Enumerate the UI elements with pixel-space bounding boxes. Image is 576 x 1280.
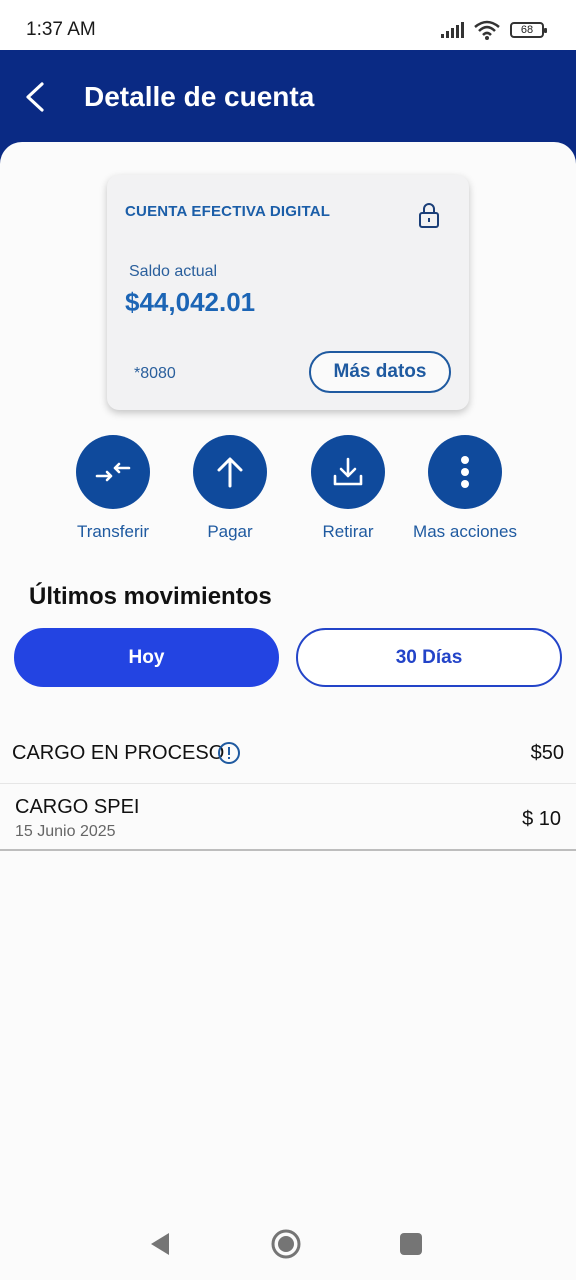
withdraw-action[interactable]: Retirar xyxy=(293,435,403,542)
pay-action[interactable]: Pagar xyxy=(175,435,285,542)
movement-title: CARGO EN PROCESO xyxy=(12,742,225,764)
tab-today[interactable]: Hoy xyxy=(14,628,279,687)
more-actions-label: Mas acciones xyxy=(413,522,517,541)
arrow-up-icon xyxy=(217,457,243,488)
withdraw-button[interactable] xyxy=(311,435,385,509)
signal-icon xyxy=(441,22,464,38)
page-title: Detalle de cuenta xyxy=(84,81,315,112)
account-number: *8080 xyxy=(134,365,176,382)
movement-date: 15 Junio 2025 xyxy=(15,823,116,840)
more-vertical-icon xyxy=(461,456,469,488)
tab-30-days[interactable]: 30 Días xyxy=(296,628,562,687)
back-arrow-icon[interactable] xyxy=(20,78,52,116)
nav-back-icon[interactable] xyxy=(150,1232,170,1256)
movement-title: CARGO SPEI xyxy=(15,796,140,818)
balance-label: Saldo actual xyxy=(129,263,218,280)
status-icons: 68 xyxy=(441,20,547,40)
transfer-label: Transferir xyxy=(76,522,150,541)
withdraw-label: Retirar xyxy=(322,522,374,541)
nav-home-icon[interactable] xyxy=(271,1229,301,1259)
wifi-icon xyxy=(474,20,500,40)
download-icon xyxy=(333,457,363,486)
transfer-action[interactable]: Transferir xyxy=(58,435,168,542)
transfer-icon xyxy=(95,462,131,482)
movement-amount: $ 10 xyxy=(522,808,561,830)
transfer-button[interactable] xyxy=(76,435,150,509)
account-name: CUENTA EFECTIVA DIGITAL xyxy=(125,203,331,220)
list-item[interactable]: CARGO EN PROCESO $50 xyxy=(0,722,576,784)
pay-button[interactable] xyxy=(193,435,267,509)
movements-title: Últimos movimientos xyxy=(29,583,272,610)
lock-icon[interactable] xyxy=(417,201,441,229)
info-icon[interactable] xyxy=(217,741,241,765)
more-data-button[interactable]: Más datos xyxy=(309,351,451,393)
balance-value: $44,042.01 xyxy=(125,287,256,317)
pay-label: Pagar xyxy=(207,522,253,541)
status-bar: 1:37 AM 68 xyxy=(0,0,576,50)
movement-amount: $50 xyxy=(530,742,564,764)
system-nav-bar xyxy=(0,1200,576,1280)
status-time: 1:37 AM xyxy=(26,19,96,40)
battery-icon: 68 xyxy=(510,22,547,38)
list-item[interactable]: CARGO SPEI 15 Junio 2025 $ 10 xyxy=(0,785,576,851)
nav-recents-icon[interactable] xyxy=(400,1233,422,1255)
more-actions-button[interactable] xyxy=(428,435,502,509)
account-card: CUENTA EFECTIVA DIGITAL Saldo actual $44… xyxy=(107,175,469,410)
more-actions-action[interactable]: Mas acciones xyxy=(410,435,520,542)
